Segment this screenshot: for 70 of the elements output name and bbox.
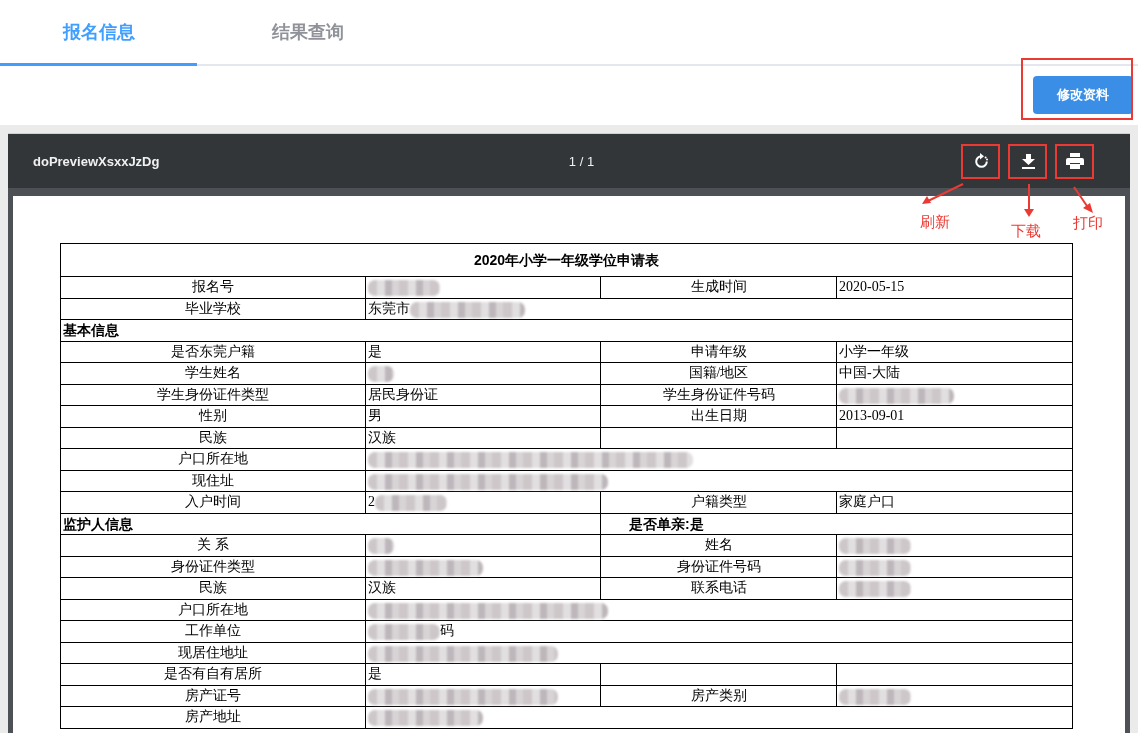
callout-label: 刷新: [920, 213, 950, 231]
blurred-text: [839, 538, 911, 555]
field-value: 2: [368, 494, 375, 510]
field-value: 2020-05-15: [839, 279, 905, 295]
field-label: 姓名: [600, 534, 837, 556]
field-label: 性别: [60, 405, 366, 427]
refresh-icon: [973, 153, 989, 169]
field-label: 房产类别: [600, 685, 837, 707]
field-label: 是否东莞户籍: [60, 341, 366, 363]
field-label: 房产证号: [60, 685, 366, 707]
field-label: 民族: [60, 577, 366, 599]
field-value: 是: [368, 666, 382, 682]
field-value: 码: [440, 623, 454, 639]
blurred-text: [368, 366, 394, 383]
field-value: 家庭户口: [839, 494, 895, 510]
blurred-text: [368, 280, 440, 297]
form-title: 2020年小学一年级学位申请表: [60, 243, 1073, 277]
field-value: 小学一年级: [839, 343, 909, 359]
field-label: 生成时间: [600, 276, 837, 298]
field-value: 居民身份证: [368, 386, 438, 402]
field-label: 房产地址: [60, 706, 366, 728]
field-label: 学生身份证件类型: [60, 384, 366, 406]
blurred-text: [839, 688, 911, 705]
section-heading: 基本信息: [60, 319, 1073, 341]
blurred-text: [375, 495, 447, 512]
field-label: 户口所在地: [60, 599, 366, 621]
field-value: 汉族: [368, 580, 396, 596]
field-label: 出生日期: [600, 405, 837, 427]
file-name: doPreviewXsxxJzDg: [33, 153, 160, 169]
callout-arrow: [922, 183, 964, 205]
field-value: 2013-09-01: [839, 408, 905, 424]
blurred-text: [368, 624, 440, 641]
callout-arrow: [1073, 186, 1093, 213]
field-label: 民族: [60, 427, 366, 449]
callout-arrow: [1024, 184, 1034, 217]
field-label: 入户时间: [60, 491, 366, 513]
download-icon: [1021, 153, 1035, 169]
field-value: 是: [368, 343, 382, 359]
field-label: 毕业学校: [60, 298, 366, 320]
field-label: 现居住地址: [60, 642, 366, 664]
blurred-text: [368, 538, 394, 555]
printer-icon: [1066, 153, 1084, 169]
field-label: 学生姓名: [60, 362, 366, 384]
tab[interactable]: 报名信息: [0, 0, 197, 66]
section-note: 是否单亲:是: [600, 513, 1073, 535]
blurred-text: [839, 559, 911, 576]
field-label: 身份证件类型: [60, 556, 366, 578]
field-value: 汉族: [368, 429, 396, 445]
field-value: 男: [368, 408, 382, 424]
callout-label: 打印: [1073, 214, 1103, 232]
section-heading: 监护人信息: [60, 513, 601, 535]
field-label: 关 系: [60, 534, 366, 556]
tab[interactable]: 结果查询: [209, 0, 406, 66]
field-value: 东莞市: [368, 300, 410, 316]
blurred-text: [839, 581, 911, 598]
field-label: 联系电话: [600, 577, 837, 599]
callout-label: 下载: [1011, 222, 1041, 240]
field-label: 工作单位: [60, 620, 366, 642]
edit-button[interactable]: 修改资料: [1033, 76, 1133, 114]
field-label: 现住址: [60, 470, 366, 492]
field-label: 身份证件号码: [600, 556, 837, 578]
field-label: 户籍类型: [600, 491, 837, 513]
field-label: 国籍/地区: [600, 362, 837, 384]
field-label: 学生身份证件号码: [600, 384, 837, 406]
field-label: 报名号: [60, 276, 366, 298]
field-label: 申请年级: [600, 341, 837, 363]
field-label: 是否有自有居所: [60, 663, 366, 685]
field-value: 中国-大陆: [839, 365, 900, 381]
field-label: 户口所在地: [60, 448, 366, 470]
page-indicator: 1 / 1: [568, 153, 595, 169]
